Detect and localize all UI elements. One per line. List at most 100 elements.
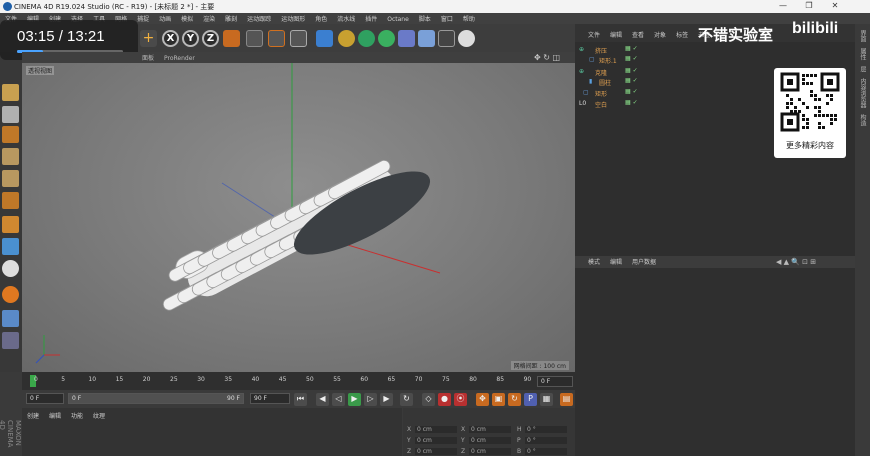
close-button[interactable]: ✕ bbox=[822, 1, 848, 12]
add-object-button[interactable]: + bbox=[140, 30, 157, 47]
side-tab-attributes[interactable]: 属性 bbox=[858, 48, 867, 60]
coord-value-field[interactable]: 0 ° bbox=[525, 437, 567, 444]
material-menu-create[interactable]: 创建 bbox=[22, 408, 44, 423]
record-key-icon[interactable]: ● bbox=[438, 393, 451, 406]
object-row-rectangle-1[interactable]: ▢ 矩形.1 ▦ ✓ bbox=[577, 55, 857, 65]
end-frame-field[interactable]: 90 F bbox=[250, 393, 290, 404]
menu-item-motion-tracker[interactable]: 运动跟踪 bbox=[242, 13, 276, 23]
menu-item-help[interactable]: 帮助 bbox=[458, 13, 480, 23]
coord-value-field[interactable]: 0 cm bbox=[469, 426, 511, 433]
om-menu-view[interactable]: 查看 bbox=[627, 29, 649, 40]
coord-value-field[interactable]: 0 cm bbox=[469, 437, 511, 444]
3d-viewport[interactable]: 透视视图 网格间距 : 100 cm bbox=[22, 63, 575, 372]
play-icon[interactable]: ▶ bbox=[348, 393, 361, 406]
side-tab-structure[interactable]: 构造 bbox=[858, 114, 867, 126]
side-tab-layers[interactable]: 层 bbox=[858, 66, 867, 72]
mograph-cloner-icon[interactable] bbox=[378, 30, 395, 47]
material-menu-texture[interactable]: 纹理 bbox=[88, 408, 110, 423]
menu-item-mograph[interactable]: 运动图形 bbox=[276, 13, 310, 23]
om-menu-edit[interactable]: 编辑 bbox=[605, 29, 627, 40]
deformer-icon[interactable] bbox=[398, 30, 415, 47]
coord-value-field[interactable]: 0 cm bbox=[415, 426, 457, 433]
texture-mode-icon[interactable] bbox=[2, 106, 19, 123]
menu-item-pipeline[interactable]: 流水线 bbox=[332, 13, 360, 23]
render-picture-viewer-icon[interactable] bbox=[268, 30, 285, 47]
coord-value-field[interactable]: 0 cm bbox=[415, 437, 457, 444]
material-menu-edit[interactable]: 编辑 bbox=[44, 408, 66, 423]
next-key-icon[interactable]: ▶ bbox=[380, 393, 393, 406]
loop-icon[interactable]: ↻ bbox=[400, 393, 413, 406]
menu-item-animate[interactable]: 动画 bbox=[154, 13, 176, 23]
menu-item-sculpt[interactable]: 雕刻 bbox=[220, 13, 242, 23]
menu-item-character[interactable]: 角色 bbox=[310, 13, 332, 23]
y-axis-lock-button[interactable]: Y bbox=[182, 30, 199, 47]
prev-key-icon[interactable]: ◀ bbox=[316, 393, 329, 406]
scale-key-icon[interactable]: ▣ bbox=[492, 393, 505, 406]
start-frame-field[interactable]: 0 F bbox=[26, 393, 64, 404]
prev-frame-icon[interactable]: ◁ bbox=[332, 393, 345, 406]
side-tab-content-browser[interactable]: 内容浏览器 bbox=[858, 78, 867, 108]
coord-value-field[interactable]: 0 ° bbox=[525, 448, 567, 455]
param-key-icon[interactable]: P bbox=[524, 393, 537, 406]
om-menu-tags[interactable]: 标签 bbox=[671, 29, 693, 40]
attr-menu-mode[interactable]: 模式 bbox=[583, 256, 605, 267]
next-frame-icon[interactable]: ▷ bbox=[364, 393, 377, 406]
visibility-check-icon[interactable]: ▦ ✓ bbox=[625, 67, 638, 74]
maximize-button[interactable]: ❐ bbox=[796, 1, 822, 12]
attr-menu-edit[interactable]: 编辑 bbox=[605, 256, 627, 267]
edges-mode-icon[interactable] bbox=[2, 170, 19, 187]
rotation-key-icon[interactable]: ↻ bbox=[508, 393, 521, 406]
z-axis-lock-button[interactable]: Z bbox=[202, 30, 219, 47]
auto-key-icon[interactable]: ⦿ bbox=[454, 393, 467, 406]
magnet-icon[interactable] bbox=[2, 286, 19, 303]
floor-icon[interactable] bbox=[418, 30, 435, 47]
workplane-icon[interactable] bbox=[2, 310, 19, 327]
coordinate-system-icon[interactable] bbox=[223, 30, 240, 47]
timeline-ruler[interactable]: 0 5 10 15 20 25 30 35 40 45 50 55 60 65 70 75 80 85 90 0 F bbox=[22, 372, 575, 390]
om-menu-object[interactable]: 对象 bbox=[649, 29, 671, 40]
render-view-icon[interactable] bbox=[246, 30, 263, 47]
axis-mode-icon[interactable] bbox=[2, 216, 19, 233]
nurbs-icon[interactable] bbox=[358, 30, 375, 47]
menu-item-window[interactable]: 窗口 bbox=[436, 13, 458, 23]
visibility-check-icon[interactable]: ▦ ✓ bbox=[625, 45, 638, 52]
spline-pen-icon[interactable] bbox=[338, 30, 355, 47]
menu-item-simulate[interactable]: 模拟 bbox=[176, 13, 198, 23]
minimize-button[interactable]: — bbox=[770, 1, 796, 12]
om-menu-file[interactable]: 文件 bbox=[583, 29, 605, 40]
menu-item-octane[interactable]: Octane bbox=[382, 15, 414, 23]
tweak-mode-icon[interactable] bbox=[2, 238, 19, 255]
snap-icon[interactable] bbox=[2, 260, 19, 277]
polygons-mode-icon[interactable] bbox=[2, 192, 19, 209]
light-icon[interactable] bbox=[458, 30, 475, 47]
viewport-navigation-icons[interactable]: ✥ ↻ ◫ ▢ bbox=[534, 53, 570, 71]
coord-value-field[interactable]: 0 ° bbox=[525, 426, 567, 433]
coord-value-field[interactable]: 0 cm bbox=[415, 448, 457, 455]
menu-item-render[interactable]: 渲染 bbox=[198, 13, 220, 23]
keyframe-selection-icon[interactable]: ◇ bbox=[422, 393, 435, 406]
visibility-check-icon[interactable]: ▦ ✓ bbox=[625, 77, 638, 84]
visibility-check-icon[interactable]: ▦ ✓ bbox=[625, 99, 638, 106]
goto-start-icon[interactable]: ⏮ bbox=[294, 393, 307, 406]
material-menu-function[interactable]: 功能 bbox=[66, 408, 88, 423]
timeline-end-field[interactable]: 0 F bbox=[537, 376, 573, 387]
model-mode-icon[interactable] bbox=[2, 126, 19, 143]
attr-nav-icons[interactable]: ◀ ▲ 🔍 ⊡ ⊞ bbox=[771, 257, 821, 267]
coord-value-field[interactable]: 0 cm bbox=[469, 448, 511, 455]
viewport-menu-prorender[interactable]: ProRender bbox=[159, 54, 200, 63]
render-settings-icon[interactable] bbox=[290, 30, 307, 47]
menu-item-plugins[interactable]: 插件 bbox=[360, 13, 382, 23]
x-axis-lock-button[interactable]: X bbox=[162, 30, 179, 47]
visibility-check-icon[interactable]: ▦ ✓ bbox=[625, 88, 638, 95]
timeline-window-icon[interactable]: ▤ bbox=[560, 393, 573, 406]
points-mode-icon[interactable] bbox=[2, 148, 19, 165]
object-row-extrude[interactable]: ⊕ 挤压 ▦ ✓ bbox=[577, 45, 857, 55]
cube-primitive-icon[interactable] bbox=[316, 30, 333, 47]
make-editable-icon[interactable] bbox=[2, 84, 19, 101]
menu-item-script[interactable]: 脚本 bbox=[414, 13, 436, 23]
position-key-icon[interactable]: ✥ bbox=[476, 393, 489, 406]
qr-code-card[interactable]: 更多精彩内容 bbox=[774, 68, 846, 158]
side-tab-interface[interactable]: 界面 bbox=[858, 30, 867, 42]
visibility-check-icon[interactable]: ▦ ✓ bbox=[625, 55, 638, 62]
camera-icon[interactable] bbox=[438, 30, 455, 47]
